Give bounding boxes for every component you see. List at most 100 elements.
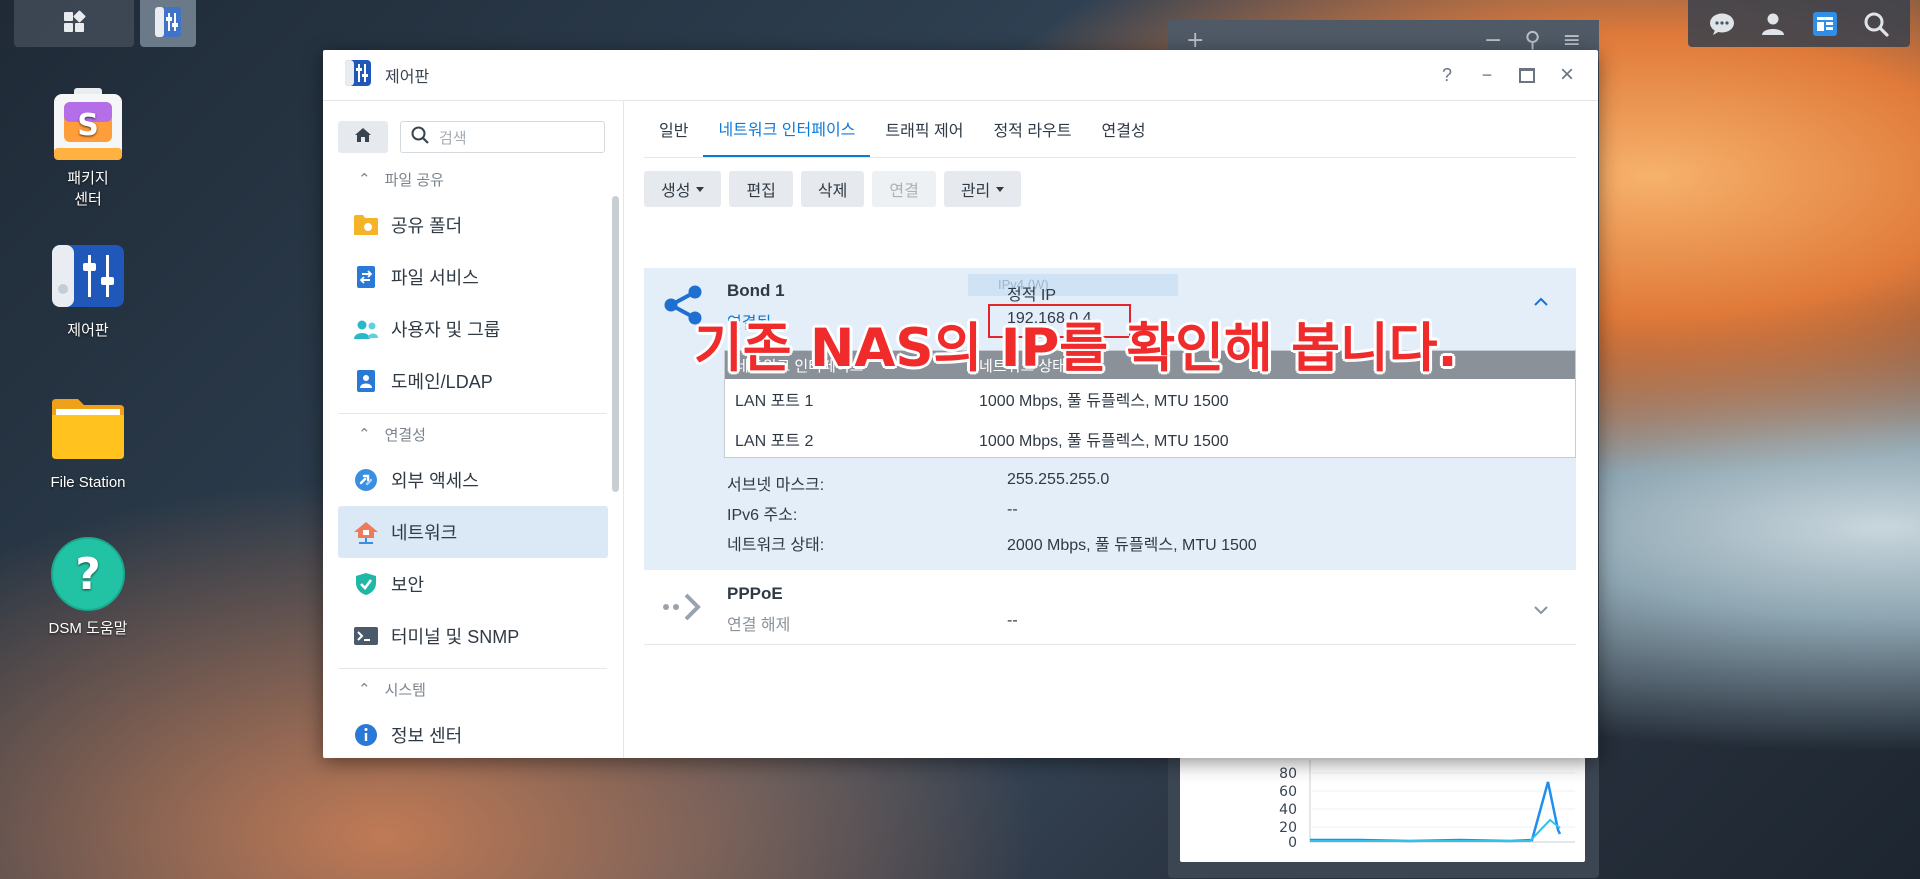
resource-chart-svg: 80 60 40 20 0 (1279, 760, 1575, 851)
help-icon: ? (50, 536, 126, 612)
sidebar-item-external-access[interactable]: 외부 액세스 (338, 454, 608, 506)
interface-status: 연결 해제 (727, 617, 791, 634)
desktop-icon-package-center[interactable]: S 패키지 센터 (34, 86, 142, 210)
ip-type: 정적 IP (1007, 287, 1057, 304)
taskbar-left (14, 0, 196, 47)
toolbar: 생성 편집 삭제 연결 관리 (644, 171, 1022, 207)
port-status: 1000 Mbps, 풀 듀플렉스, MTU 1500 (979, 393, 1229, 410)
subnet-label: 서브넷 마스크: (727, 477, 825, 494)
ipv6-label: IPv6 주소: (727, 507, 798, 524)
sidebar-item-label: 외부 액세스 (391, 471, 479, 491)
file-services-icon (353, 264, 379, 290)
chevron-up-icon[interactable] (1534, 294, 1548, 312)
sidebar: 검색 ⌃ 파일 공유 공유 폴더 파일 서비스 사용자 및 그룹 도메인/LDA… (323, 101, 624, 758)
desktop-icon-label: 제어판 (67, 322, 109, 339)
interface-pppoe[interactable]: PPPoE 연결 해제 -- (644, 572, 1576, 645)
tab-general[interactable]: 일반 (644, 101, 703, 157)
external-access-icon (353, 467, 379, 493)
port-name: LAN 포트 2 (735, 433, 814, 450)
table-row: LAN 포트 2 1000 Mbps, 풀 듀플렉스, MTU 1500 (725, 419, 1575, 457)
search-input[interactable]: 검색 (400, 121, 605, 153)
minimize-button[interactable]: − (1474, 62, 1500, 88)
sidebar-item-label: 도메인/LDAP (391, 372, 493, 392)
chart-tick: 40 (1279, 802, 1297, 818)
tab-bar: 일반 네트워크 인터페이스 트래픽 제어 정적 라우트 연결성 (644, 101, 1576, 158)
tab-network-interface[interactable]: 네트워크 인터페이스 (703, 101, 871, 157)
info-icon (353, 722, 379, 748)
close-button[interactable]: × (1554, 61, 1580, 88)
sidebar-item-domain-ldap[interactable]: 도메인/LDAP (338, 355, 608, 407)
sidebar-item-file-services[interactable]: 파일 서비스 (338, 251, 608, 303)
sidebar-item-label: 파일 서비스 (391, 268, 479, 288)
desktop-icon-file-station[interactable]: File Station (34, 390, 142, 493)
create-button-label: 생성 (661, 183, 691, 200)
folder-icon (50, 390, 126, 466)
maximize-button[interactable] (1514, 62, 1540, 88)
table-row: LAN 포트 1 1000 Mbps, 풀 듀플렉스, MTU 1500 (725, 379, 1575, 419)
edit-button[interactable]: 편집 (729, 171, 793, 207)
chevron-up-icon: ⌃ (358, 171, 371, 188)
control-panel-icon (50, 238, 126, 314)
manage-button[interactable]: 관리 (943, 171, 1022, 207)
search-icon[interactable] (1862, 10, 1890, 38)
taskbar-control-panel-button[interactable] (140, 0, 196, 47)
sidebar-item-label: 공유 폴더 (391, 216, 463, 236)
search-placeholder: 검색 (439, 129, 467, 147)
home-button[interactable] (338, 121, 388, 153)
settings-icon[interactable]: ≡ (1563, 28, 1581, 53)
section-label: 파일 공유 (384, 171, 444, 189)
window-title: 제어판 (385, 69, 430, 86)
chart-series-line (1310, 818, 1561, 842)
faded-tag: IPv4 (W) (968, 274, 1178, 296)
sidebar-item-security[interactable]: 보안 (338, 558, 608, 610)
main-menu-button[interactable] (14, 0, 134, 47)
sidebar-item-label: 보안 (391, 575, 425, 595)
tab-connectivity[interactable]: 연결성 (1086, 101, 1160, 157)
window-titlebar[interactable]: 제어판 ? − × (323, 50, 1598, 101)
taskbar-right (1688, 0, 1910, 47)
desktop-icon-label: 센터 (74, 191, 102, 208)
port-status: 1000 Mbps, 풀 듀플렉스, MTU 1500 (979, 433, 1229, 450)
connect-button[interactable]: 연결 (872, 171, 936, 207)
sidebar-item-shared-folder[interactable]: 공유 폴더 (338, 199, 608, 251)
pppoe-arrow-icon (662, 590, 706, 629)
chart-tick: 80 (1279, 766, 1297, 782)
minimize-icon[interactable]: − (1484, 28, 1502, 53)
sidebar-item-label: 정보 센터 (391, 726, 463, 746)
port-name: LAN 포트 1 (735, 393, 814, 410)
maximize-icon (1519, 67, 1535, 83)
sidebar-scrollbar[interactable] (612, 196, 619, 492)
domain-icon (353, 368, 379, 394)
chat-icon[interactable] (1708, 10, 1736, 38)
tab-static-route[interactable]: 정적 라우트 (978, 101, 1086, 157)
interface-value: -- (1007, 612, 1018, 629)
sidebar-item-network[interactable]: 네트워크 (338, 506, 608, 558)
desktop-icon-control-panel[interactable]: 제어판 (34, 238, 142, 341)
desktop-icon-dsm-help[interactable]: ? DSM 도움말 (34, 536, 142, 639)
sidebar-item-label: 네트워크 (391, 523, 458, 543)
delete-button[interactable]: 삭제 (800, 171, 865, 207)
sidebar-section-connectivity[interactable]: ⌃ 연결성 (323, 414, 623, 454)
manage-button-label: 관리 (960, 183, 991, 200)
chevron-up-icon: ⌃ (358, 426, 371, 443)
sidebar-item-info-center[interactable]: 정보 센터 (338, 709, 608, 758)
chart-tick: 0 (1288, 835, 1297, 851)
sidebar-item-users-groups[interactable]: 사용자 및 그룹 (338, 303, 608, 355)
sidebar-section-file-sharing[interactable]: ⌃ 파일 공유 (323, 159, 623, 199)
add-icon[interactable]: + (1186, 28, 1204, 53)
section-label: 시스템 (384, 681, 426, 699)
user-icon[interactable] (1759, 10, 1787, 38)
pin-icon[interactable]: ⚲ (1524, 28, 1540, 53)
help-button[interactable]: ? (1434, 62, 1460, 88)
terminal-icon (353, 623, 379, 649)
control-panel-icon (343, 58, 373, 93)
widgets-icon[interactable] (1811, 10, 1839, 38)
chevron-down-icon[interactable] (1534, 602, 1548, 620)
shared-folder-icon (353, 212, 379, 238)
sidebar-section-system[interactable]: ⌃ 시스템 (323, 669, 623, 709)
tab-traffic-control[interactable]: 트래픽 제어 (870, 101, 978, 157)
chevron-up-icon: ⌃ (358, 681, 371, 698)
sidebar-item-label: 사용자 및 그룹 (391, 320, 501, 340)
create-button[interactable]: 생성 (644, 171, 722, 207)
sidebar-item-terminal-snmp[interactable]: 터미널 및 SNMP (338, 610, 608, 662)
